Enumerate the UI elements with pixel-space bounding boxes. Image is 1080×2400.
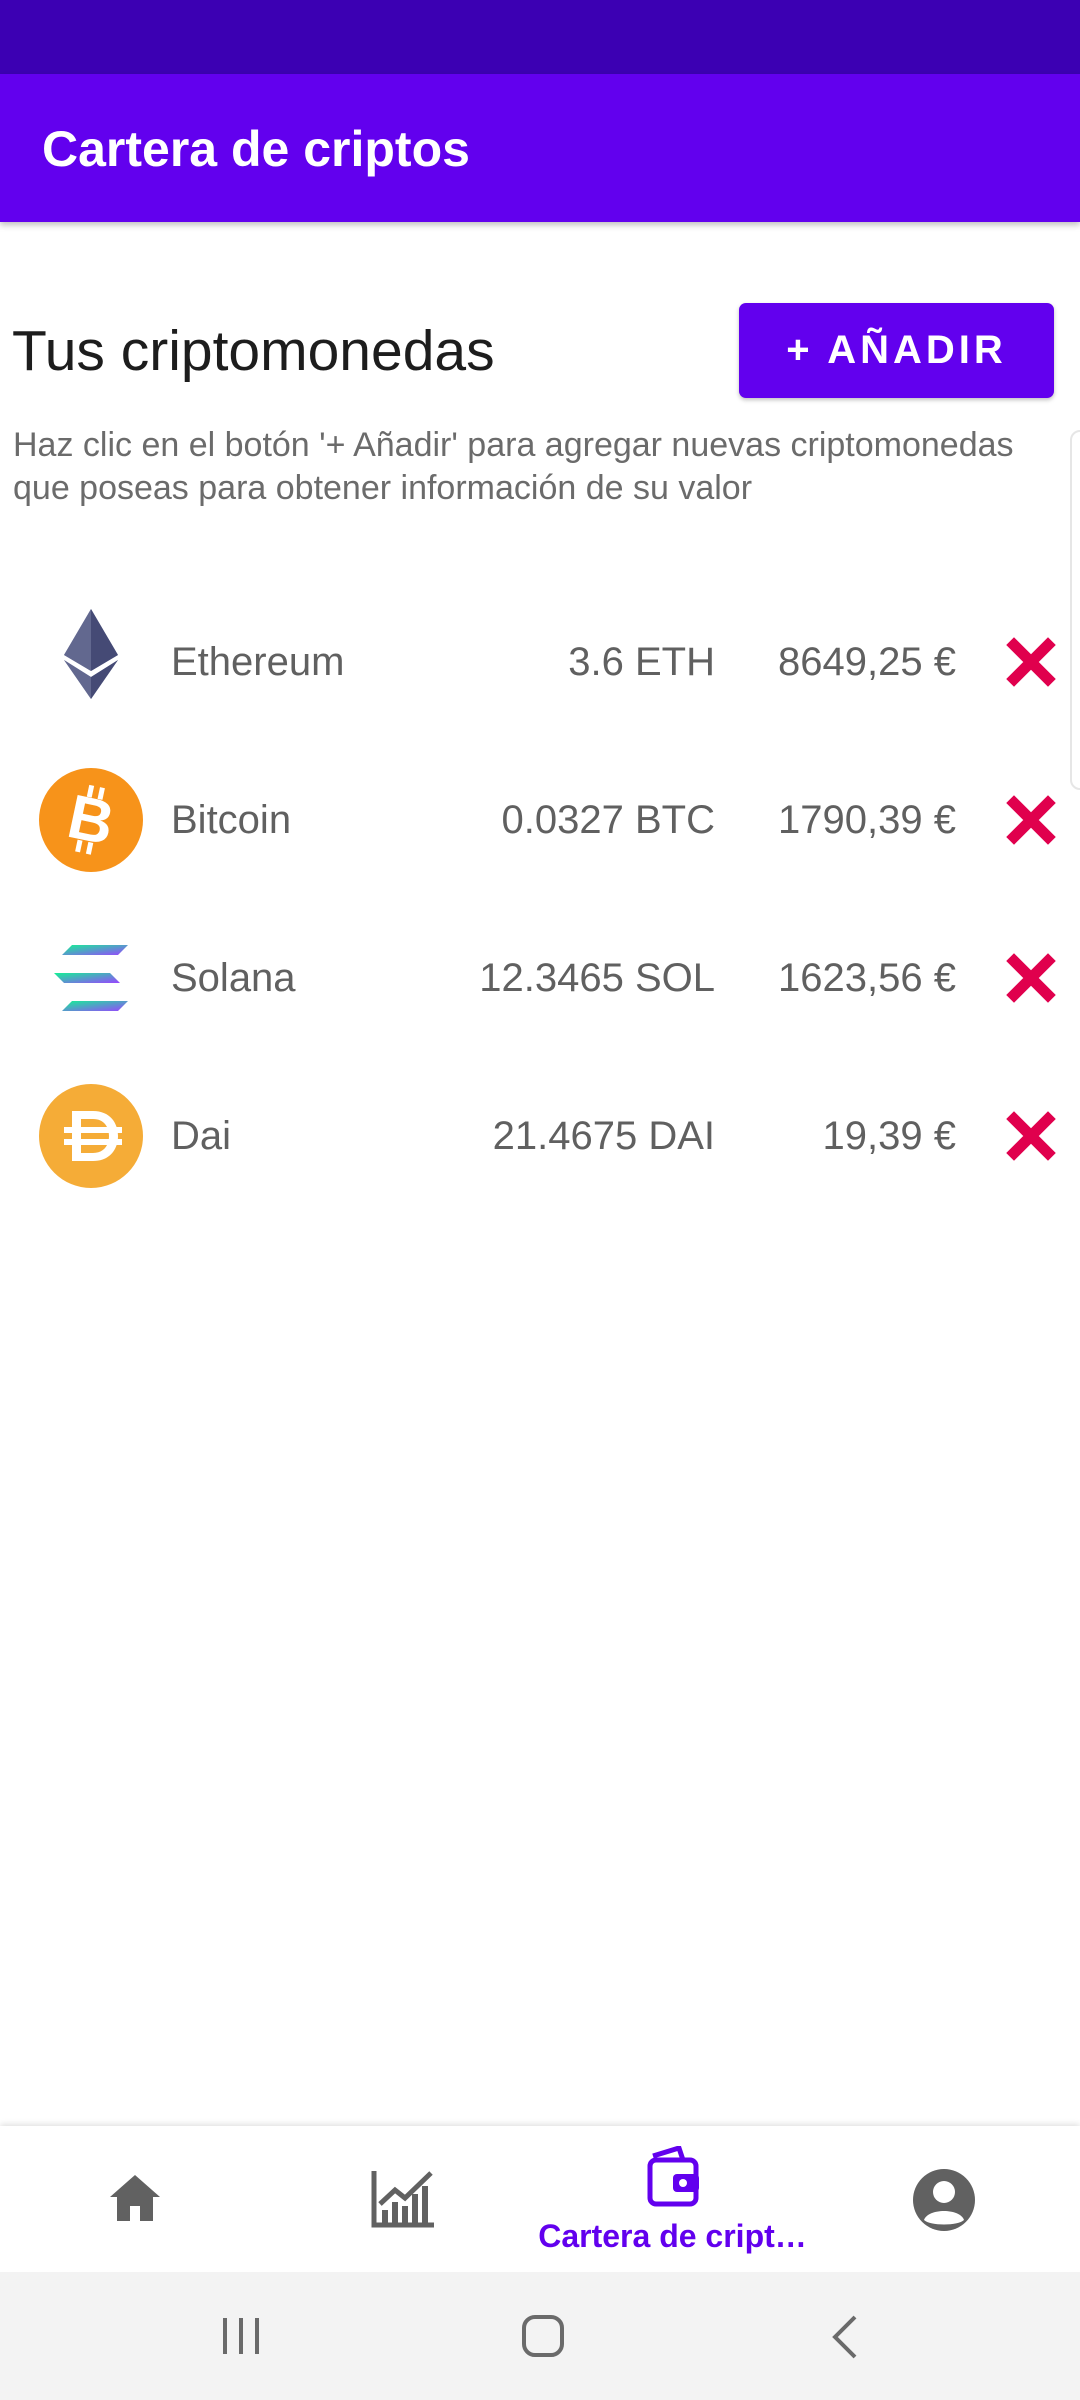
- back-icon[interactable]: [830, 2314, 860, 2360]
- delete-icon[interactable]: [1006, 953, 1056, 1003]
- coin-amount: 3.6 ETH: [568, 640, 715, 684]
- home-button-icon[interactable]: [521, 2314, 565, 2358]
- nav-account[interactable]: [850, 2126, 1040, 2272]
- nav-wallet-label: Cartera de cript…: [538, 2218, 807, 2254]
- coin-amount: 12.3465 SOL: [479, 956, 715, 1000]
- status-bar: [0, 0, 1080, 74]
- coin-value: 1790,39 €: [778, 798, 956, 842]
- coin-amount: 21.4675 DAI: [492, 1114, 715, 1158]
- ethereum-icon: [64, 609, 118, 699]
- coin-name: Bitcoin: [171, 798, 292, 842]
- coin-row-ethereum[interactable]: Ethereum 3.6 ETH 8649,25 €: [0, 592, 1080, 732]
- app-bar: Cartera de criptos: [0, 74, 1080, 222]
- dai-icon: [39, 1084, 143, 1188]
- system-navigation-bar: [0, 2272, 1080, 2400]
- wallet-icon: [647, 2146, 699, 2207]
- coin-name: Ethereum: [171, 640, 345, 684]
- section-title: Tus criptomonedas: [12, 319, 495, 383]
- nav-home[interactable]: [40, 2126, 230, 2272]
- nav-market[interactable]: [308, 2126, 498, 2272]
- bitcoin-icon: B: [39, 768, 143, 872]
- coin-value: 19,39 €: [822, 1114, 956, 1158]
- coin-row-dai[interactable]: Dai 21.4675 DAI 19,39 €: [0, 1066, 1080, 1206]
- chart-icon: [371, 2171, 434, 2228]
- bottom-navigation: Cartera de cript…: [0, 2126, 1080, 2272]
- delete-icon[interactable]: [1006, 795, 1056, 845]
- add-button[interactable]: + AÑADIR: [739, 303, 1054, 398]
- help-text: Haz clic en el botón '+ Añadir' para agr…: [13, 426, 1014, 507]
- coin-row-solana[interactable]: Solana 12.3465 SOL 1623,56 €: [0, 908, 1080, 1048]
- app-title: Cartera de criptos: [42, 121, 470, 177]
- recent-apps-icon[interactable]: [220, 2316, 262, 2356]
- nav-wallet[interactable]: Cartera de cript…: [530, 2126, 815, 2272]
- coin-name: Dai: [171, 1114, 232, 1158]
- coin-value: 1623,56 €: [778, 956, 956, 1000]
- account-icon: [913, 2169, 975, 2231]
- coin-row-bitcoin[interactable]: B Bitcoin 0.0327 BTC 1790,39 €: [0, 750, 1080, 890]
- coin-value: 8649,25 €: [778, 640, 956, 684]
- delete-icon[interactable]: [1006, 1111, 1056, 1161]
- delete-icon[interactable]: [1006, 637, 1056, 687]
- solana-icon: [54, 945, 128, 1011]
- coin-amount: 0.0327 BTC: [501, 798, 715, 842]
- coin-name: Solana: [171, 956, 296, 1000]
- home-icon: [110, 2175, 160, 2221]
